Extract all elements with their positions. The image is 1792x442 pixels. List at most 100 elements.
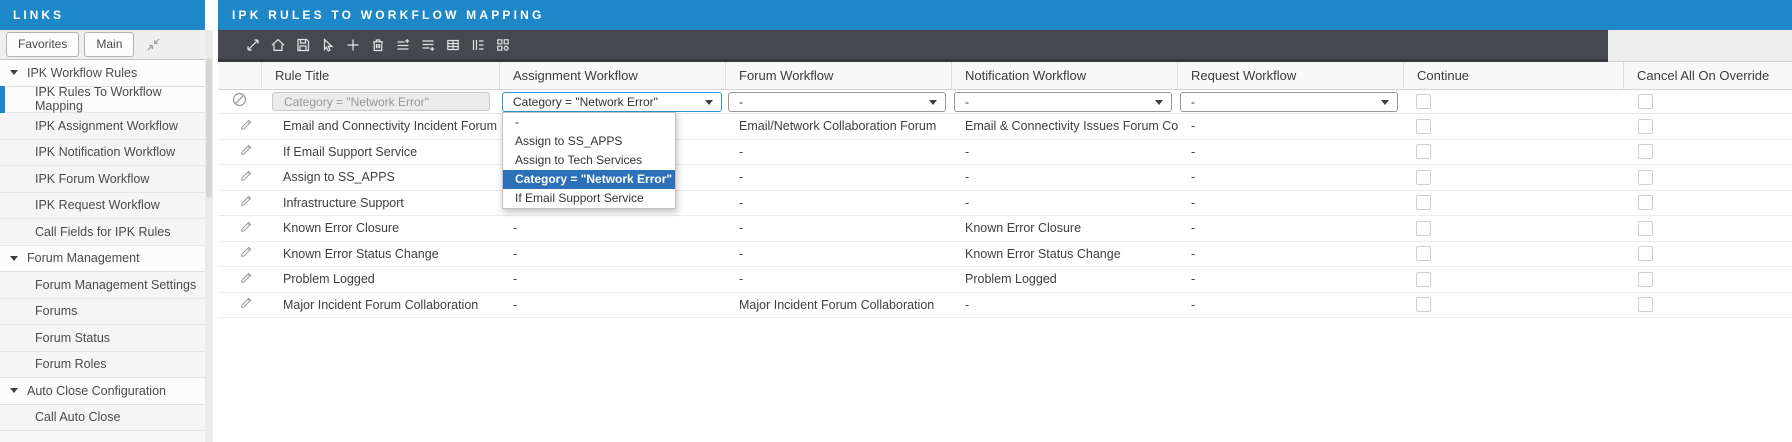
sidebar-item-forum-management[interactable]: Forum Management (0, 246, 205, 273)
edit-row-icon[interactable] (239, 296, 253, 310)
cell-notification-workflow[interactable]: - (952, 145, 1178, 159)
col-header-continue[interactable]: Continue (1404, 62, 1624, 89)
cell-request-workflow[interactable]: - (1178, 145, 1404, 159)
sidebar-item-ipk-rules-to-workflow-mapping[interactable]: IPK Rules To Workflow Mapping (0, 87, 205, 114)
dropdown-option[interactable]: If Email Support Service (503, 189, 675, 208)
cancel-checkbox[interactable] (1638, 272, 1653, 287)
cancel-checkbox[interactable] (1638, 246, 1653, 261)
continue-checkbox[interactable] (1416, 170, 1431, 185)
forum-filter-select[interactable]: - (728, 92, 946, 112)
add-icon[interactable] (344, 36, 361, 53)
assignment-filter-select[interactable]: Category = "Network Error" (502, 92, 722, 112)
sidebar-item-call-auto-close[interactable]: Call Auto Close (0, 405, 205, 432)
cell-forum-workflow[interactable]: - (726, 272, 952, 286)
continue-checkbox[interactable] (1416, 195, 1431, 210)
continue-filter-checkbox[interactable] (1416, 94, 1431, 109)
edit-row-icon[interactable] (239, 118, 253, 132)
col-header-notification-workflow[interactable]: Notification Workflow (952, 62, 1178, 89)
col-header-cancel-all-on-override[interactable]: Cancel All On Override (1624, 62, 1792, 89)
notification-filter-select[interactable]: - (954, 92, 1172, 112)
edit-row-icon[interactable] (239, 143, 253, 157)
tab-main[interactable]: Main (84, 32, 134, 57)
sidebar-item-ipk-forum-workflow[interactable]: IPK Forum Workflow (0, 166, 205, 193)
dropdown-option[interactable]: Assign to Tech Services (503, 151, 675, 170)
edit-row-icon[interactable] (239, 245, 253, 259)
cell-rule-title[interactable]: If Email Support Service (262, 145, 500, 159)
cancel-checkbox[interactable] (1638, 221, 1653, 236)
grid-settings-icon[interactable] (494, 36, 511, 53)
continue-checkbox[interactable] (1416, 119, 1431, 134)
request-filter-select[interactable]: - (1180, 92, 1398, 112)
cell-rule-title[interactable]: Major Incident Forum Collaboration (262, 298, 500, 312)
edit-row-icon[interactable] (239, 271, 253, 285)
cell-notification-workflow[interactable]: Known Error Closure (952, 221, 1178, 235)
sidebar-scrollbar[interactable] (205, 30, 213, 442)
delete-icon[interactable] (369, 36, 386, 53)
cell-request-workflow[interactable]: - (1178, 196, 1404, 210)
cell-rule-title[interactable]: Email and Connectivity Incident Forum (262, 119, 500, 133)
cell-notification-workflow[interactable]: Problem Logged (952, 272, 1178, 286)
cell-rule-title[interactable]: Problem Logged (262, 272, 500, 286)
cell-assignment-workflow[interactable]: - (500, 221, 726, 235)
cancel-checkbox[interactable] (1638, 119, 1653, 134)
sidebar-item-forum-management-settings[interactable]: Forum Management Settings (0, 272, 205, 299)
cell-forum-workflow[interactable]: Major Incident Forum Collaboration (726, 298, 952, 312)
continue-checkbox[interactable] (1416, 246, 1431, 261)
cell-forum-workflow[interactable]: - (726, 221, 952, 235)
cancel-checkbox[interactable] (1638, 144, 1653, 159)
sidebar-item-forum-status[interactable]: Forum Status (0, 325, 205, 352)
col-header-forum-workflow[interactable]: Forum Workflow (726, 62, 952, 89)
cell-request-workflow[interactable]: - (1178, 272, 1404, 286)
col-header-request-workflow[interactable]: Request Workflow (1178, 62, 1404, 89)
continue-checkbox[interactable] (1416, 221, 1431, 236)
insert-row-below-icon[interactable] (419, 36, 436, 53)
continue-checkbox[interactable] (1416, 297, 1431, 312)
continue-checkbox[interactable] (1416, 272, 1431, 287)
sidebar-scrollbar-thumb[interactable] (206, 58, 212, 198)
cancel-filter-checkbox[interactable] (1638, 94, 1653, 109)
cell-rule-title[interactable]: Infrastructure Support (262, 196, 500, 210)
rule-title-filter-input[interactable] (272, 92, 490, 111)
cell-notification-workflow[interactable]: - (952, 298, 1178, 312)
cancel-checkbox[interactable] (1638, 297, 1653, 312)
cell-notification-workflow[interactable]: Email & Connectivity Issues Forum Collab… (952, 119, 1178, 133)
cell-rule-title[interactable]: Assign to SS_APPS (262, 170, 500, 184)
col-header-assignment-workflow[interactable]: Assignment Workflow (500, 62, 726, 89)
table-rows-icon[interactable] (469, 36, 486, 53)
edit-row-icon[interactable] (239, 169, 253, 183)
cell-forum-workflow[interactable]: - (726, 247, 952, 261)
col-header-rule-title[interactable]: Rule Title (262, 62, 500, 89)
insert-row-above-icon[interactable] (394, 36, 411, 53)
cell-notification-workflow[interactable]: Known Error Status Change (952, 247, 1178, 261)
sidebar-item-forums[interactable]: Forums (0, 299, 205, 326)
cell-assignment-workflow[interactable]: - (500, 247, 726, 261)
cell-assignment-workflow[interactable]: - (500, 272, 726, 286)
cell-forum-workflow[interactable]: - (726, 145, 952, 159)
cell-notification-workflow[interactable]: - (952, 170, 1178, 184)
sidebar-item-ipk-assignment-workflow[interactable]: IPK Assignment Workflow (0, 113, 205, 140)
save-icon[interactable] (294, 36, 311, 53)
cell-request-workflow[interactable]: - (1178, 119, 1404, 133)
cell-forum-workflow[interactable]: - (726, 196, 952, 210)
cell-notification-workflow[interactable]: - (952, 196, 1178, 210)
cell-assignment-workflow[interactable]: - (500, 298, 726, 312)
sidebar-item-forum-roles[interactable]: Forum Roles (0, 352, 205, 379)
edit-row-icon[interactable] (239, 194, 253, 208)
cell-request-workflow[interactable]: - (1178, 247, 1404, 261)
edit-row-icon[interactable] (239, 220, 253, 234)
cell-rule-title[interactable]: Known Error Closure (262, 221, 500, 235)
tab-favorites[interactable]: Favorites (6, 32, 79, 57)
home-icon[interactable] (269, 36, 286, 53)
dropdown-option[interactable]: - (503, 113, 675, 132)
cell-forum-workflow[interactable]: Email/Network Collaboration Forum (726, 119, 952, 133)
sidebar-item-ipk-request-workflow[interactable]: IPK Request Workflow (0, 193, 205, 220)
cancel-checkbox[interactable] (1638, 170, 1653, 185)
collapse-sidebar-icon[interactable] (146, 37, 161, 52)
cell-request-workflow[interactable]: - (1178, 221, 1404, 235)
cell-forum-workflow[interactable]: - (726, 170, 952, 184)
table-columns-icon[interactable] (444, 36, 461, 53)
dropdown-option[interactable]: Category = "Network Error" (503, 170, 675, 189)
cancel-checkbox[interactable] (1638, 195, 1653, 210)
cell-rule-title[interactable]: Known Error Status Change (262, 247, 500, 261)
sidebar-item-auto-close-configuration[interactable]: Auto Close Configuration (0, 378, 205, 405)
